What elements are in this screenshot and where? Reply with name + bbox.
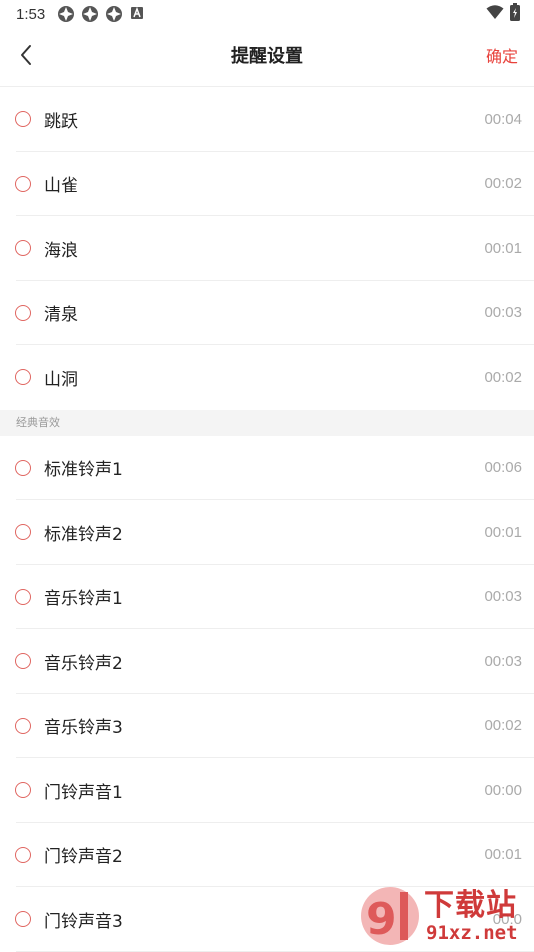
sound-label: 标准铃声2 — [44, 524, 123, 545]
status-time: 1:53 — [16, 5, 46, 23]
confirm-button[interactable]: 确定 — [486, 28, 518, 86]
sound-label: 跳跃 — [44, 111, 78, 132]
sound-duration: 00:01 — [484, 523, 522, 541]
font-a-icon — [129, 5, 147, 23]
sound-option[interactable]: 标准铃声1 00:06 — [0, 436, 534, 501]
sound-label: 标准铃声1 — [44, 460, 123, 481]
radio-button[interactable] — [15, 459, 31, 476]
sound-option[interactable]: 音乐铃声1 00:03 — [0, 565, 534, 630]
sound-label: 门铃声音2 — [44, 847, 123, 868]
sound-label: 海浪 — [44, 240, 78, 261]
radio-button[interactable] — [15, 175, 31, 192]
watermark-title: 下载站 — [424, 888, 517, 923]
sound-label: 门铃声音1 — [44, 782, 123, 803]
radio-button[interactable] — [15, 846, 31, 863]
sound-label: 音乐铃声3 — [44, 718, 123, 739]
sound-label: 山洞 — [44, 369, 78, 390]
battery-icon — [510, 2, 520, 26]
radio-button[interactable] — [15, 717, 31, 734]
sound-option[interactable]: 跳跃 00:04 — [0, 87, 534, 152]
radio-button[interactable] — [15, 911, 31, 928]
radio-button[interactable] — [15, 782, 31, 799]
radio-button[interactable] — [15, 588, 31, 605]
sound-option[interactable]: 音乐铃声2 00:03 — [0, 629, 534, 694]
status-right-icons — [486, 2, 520, 26]
section-header-classic: 经典音效 — [0, 409, 534, 436]
sound-label: 山雀 — [44, 176, 78, 197]
watermark: 9 下载站 91xz.net — [360, 878, 532, 950]
sound-duration: 00:04 — [484, 110, 522, 128]
sound-duration: 00:02 — [484, 368, 522, 386]
radio-button[interactable] — [15, 369, 31, 386]
sound-list: 跳跃 00:04 山雀 00:02 海浪 00:01 清泉 00:03 山洞 0… — [0, 87, 534, 952]
wifi-icon — [486, 4, 504, 25]
sound-duration: 00:06 — [484, 459, 522, 477]
page-title: 提醒设置 — [231, 46, 303, 67]
svg-text:9: 9 — [366, 894, 397, 945]
radio-button[interactable] — [15, 111, 31, 128]
sound-option[interactable]: 音乐铃声3 00:02 — [0, 694, 534, 759]
sound-option[interactable]: 标准铃声2 00:01 — [0, 500, 534, 565]
app-notification-icon — [105, 5, 123, 23]
sound-label: 音乐铃声1 — [44, 589, 123, 610]
watermark-logo-icon: 9 — [360, 884, 422, 952]
sound-duration: 00:01 — [484, 239, 522, 257]
radio-button[interactable] — [15, 524, 31, 541]
sound-label: 音乐铃声2 — [44, 653, 123, 674]
sound-duration: 00:03 — [484, 652, 522, 670]
app-notification-icon — [81, 5, 99, 23]
radio-button[interactable] — [15, 240, 31, 257]
sound-duration: 00:02 — [484, 717, 522, 735]
sound-duration: 00:03 — [484, 304, 522, 322]
status-bar: 1:53 — [0, 0, 534, 28]
sound-label: 清泉 — [44, 305, 78, 326]
radio-button[interactable] — [15, 653, 31, 670]
app-header: 提醒设置 确定 — [0, 28, 534, 87]
watermark-url: 91xz.net — [426, 922, 518, 944]
sound-option[interactable]: 门铃声音1 00:00 — [0, 758, 534, 823]
app-notification-icon — [57, 5, 75, 23]
sound-label: 门铃声音3 — [44, 911, 123, 932]
sound-option[interactable]: 清泉 00:03 — [0, 281, 534, 346]
sound-duration: 00:03 — [484, 588, 522, 606]
sound-duration: 00:00 — [484, 781, 522, 799]
sound-duration: 00:02 — [484, 175, 522, 193]
radio-button[interactable] — [15, 304, 31, 321]
sound-option[interactable]: 山雀 00:02 — [0, 152, 534, 217]
sound-option[interactable]: 山洞 00:02 — [0, 345, 534, 410]
sound-option[interactable]: 海浪 00:01 — [0, 216, 534, 281]
